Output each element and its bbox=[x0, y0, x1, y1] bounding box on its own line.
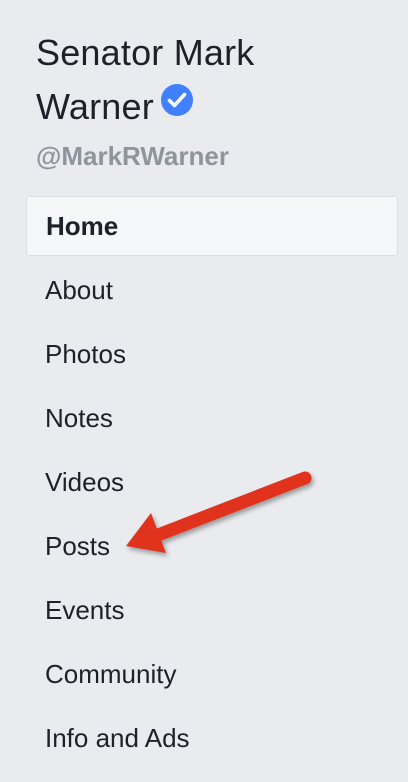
nav-item-info-and-ads[interactable]: Info and Ads bbox=[26, 708, 398, 772]
page-nav-menu: Home About Photos Notes Videos Posts Eve… bbox=[26, 196, 398, 772]
page-header: Senator Mark Warner @MarkRWarner bbox=[36, 26, 396, 174]
nav-item-events[interactable]: Events bbox=[26, 580, 398, 644]
nav-item-posts[interactable]: Posts bbox=[26, 516, 398, 580]
page-title[interactable]: Senator Mark Warner bbox=[36, 26, 396, 136]
page-title-line2: Warner bbox=[36, 86, 154, 127]
nav-item-about[interactable]: About bbox=[26, 260, 398, 324]
nav-item-videos[interactable]: Videos bbox=[26, 452, 398, 516]
page-handle[interactable]: @MarkRWarner bbox=[36, 138, 396, 174]
nav-item-community[interactable]: Community bbox=[26, 644, 398, 708]
nav-item-home[interactable]: Home bbox=[26, 196, 398, 256]
page-title-line1: Senator Mark bbox=[36, 32, 255, 73]
nav-item-photos[interactable]: Photos bbox=[26, 324, 398, 388]
nav-item-notes[interactable]: Notes bbox=[26, 388, 398, 452]
verified-badge-icon bbox=[160, 78, 194, 132]
